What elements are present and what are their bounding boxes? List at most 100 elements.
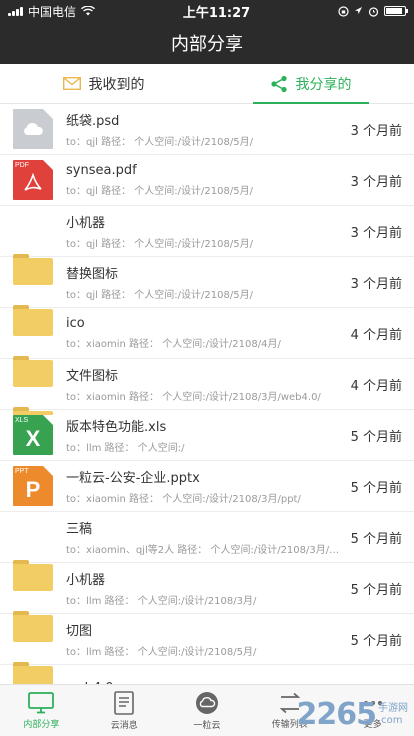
tab-shared[interactable]: 我分享的 [207, 64, 414, 103]
lock-rotation-icon [338, 5, 349, 17]
file-name: 三稿 [66, 522, 93, 537]
folder-icon [13, 364, 53, 438]
file-info: 一粒云-公安-企业.pptx to：xiaomin 路径： 个人空间:/设计/21… [66, 467, 341, 505]
tab-received[interactable]: 我收到的 [0, 64, 207, 103]
file-shared-time: 4 个月前 [350, 378, 402, 394]
folder-icon [13, 568, 53, 642]
folder-icon [13, 619, 53, 684]
pdf-file-icon: PDF [13, 160, 53, 200]
carrier-label: 中国电信 [28, 4, 77, 19]
file-shared-time: 5 个月前 [350, 429, 402, 445]
file-name: ico [66, 316, 85, 331]
page-title: 内部分享 [0, 22, 414, 64]
file-row[interactable]: PPT P 一粒云-公安-企业.pptx to：xiaomin 路径： 个人空间:/设… [0, 461, 414, 512]
file-shared-time: 3 个月前 [350, 225, 402, 241]
watermark-logo: 2265 手游网 .com [297, 697, 409, 732]
file-info: 小机器 to：qjl 路径： 个人空间:/设计/2108/5月/ [66, 212, 341, 250]
share-icon [270, 75, 287, 92]
file-row[interactable]: 替换图标 to：qjl 路径： 个人空间:/设计/2108/5月/3 个月前 [0, 257, 414, 336]
file-share-path: to：xiaomin 路径： 个人空间:/设计/2108/3月/ppt/ [66, 494, 301, 505]
nav-cloud-message[interactable]: 云消息 [83, 685, 166, 736]
file-share-path: to：llm 路径： 个人空间:/设计/2108/5月/ [66, 647, 257, 658]
file-row[interactable]: XLS X 版本特色功能.xls to：llm 路径： 个人空间:/ 5 个月前 [0, 410, 414, 461]
file-info: 文件图标 to：xiaomin 路径： 个人空间:/设计/2108/3月/web4… [66, 365, 341, 403]
file-row[interactable]: 三稿 to：xiaomin、qjl等2人 路径： 个人空间:/设计/2108/3月… [0, 512, 414, 591]
file-row[interactable]: 小机器 to：llm 路径： 个人空间:/设计/2108/3月/5 个月前 [0, 563, 414, 642]
file-share-path: to：llm 路径： 个人空间:/设计/2108/3月/ [66, 596, 257, 607]
file-name: 小机器 [66, 573, 106, 588]
signal-icon [8, 6, 23, 16]
file-info: 替换图标 to：qjl 路径： 个人空间:/设计/2108/5月/ [66, 263, 341, 301]
status-bar: 中国电信 上午11:27 [0, 0, 414, 22]
watermark-number: 2265 [296, 697, 377, 732]
file-row[interactable]: web4.0 [0, 665, 414, 685]
file-share-path: to：qjl 路径： 个人空间:/设计/2108/5月/ [66, 137, 253, 148]
file-row[interactable]: ico to：xiaomin 路径： 个人空间:/设计/2108/4月/4 个月前 [0, 308, 414, 387]
file-name: 一粒云-公安-企业.pptx [66, 471, 200, 486]
file-info: 小机器 to：llm 路径： 个人空间:/设计/2108/3月/ [66, 569, 341, 607]
nav-label: 一粒云 [193, 720, 221, 731]
file-share-path: to：xiaomin 路径： 个人空间:/设计/2108/3月/web4.0/ [66, 392, 321, 403]
monitor-icon [28, 691, 55, 713]
file-name: 文件图标 [66, 369, 119, 384]
file-info: 版本特色功能.xls to：llm 路径： 个人空间:/ [66, 416, 341, 454]
folder-icon [13, 670, 53, 684]
folder-icon [13, 313, 53, 387]
folder-icon [13, 211, 53, 285]
file-name: 纸袋.psd [66, 114, 120, 129]
file-name: 切图 [66, 624, 93, 639]
file-shared-time: 5 个月前 [350, 582, 402, 598]
nav-internal-share[interactable]: 内部分享 [0, 685, 83, 736]
cloud-icon [195, 691, 218, 714]
file-shared-time: 5 个月前 [350, 633, 402, 649]
status-left: 中国电信 [8, 3, 95, 20]
status-right [338, 5, 408, 17]
file-row[interactable]: 纸袋.psd to：qjl 路径： 个人空间:/设计/2108/5月/3 个月前 [0, 104, 414, 155]
document-icon [114, 690, 134, 715]
file-shared-time: 3 个月前 [350, 174, 402, 190]
watermark-text-bottom: .com [378, 714, 403, 726]
location-icon [355, 7, 362, 14]
file-shared-time: 5 个月前 [350, 531, 402, 547]
nav-label: 云消息 [110, 720, 138, 731]
folder-icon [13, 262, 53, 336]
file-info: 纸袋.psd to：qjl 路径： 个人空间:/设计/2108/5月/ [66, 110, 341, 148]
file-shared-time: 5 个月前 [350, 480, 402, 496]
excel-file-icon: XLS X [13, 415, 53, 455]
share-tabs: 我收到的 我分享的 [0, 64, 414, 104]
file-name: 替换图标 [66, 267, 119, 282]
file-row[interactable]: PDF synsea.pdf to：qjl 路径： 个人空间:/设计/2108/5月… [0, 155, 414, 206]
battery-icon [384, 6, 408, 16]
alarm-icon [368, 6, 379, 17]
tab-shared-label: 我分享的 [295, 76, 352, 93]
file-list: 纸袋.psd to：qjl 路径： 个人空间:/设计/2108/5月/3 个月前 P… [0, 104, 414, 684]
file-share-path: to：xiaomin、qjl等2人 路径： 个人空间:/设计/2108/3月/w… [66, 545, 341, 556]
file-name: 小机器 [66, 216, 106, 231]
wifi-icon [81, 6, 95, 16]
watermark-text-top: 手游网 [378, 702, 408, 714]
status-time: 上午11:27 [182, 5, 251, 21]
nav-yiliyun[interactable]: 一粒云 [166, 685, 249, 736]
file-share-path: to：qjl 路径： 个人空间:/设计/2108/5月/ [66, 186, 253, 197]
file-name: 版本特色功能.xls [66, 420, 167, 435]
tab-received-label: 我收到的 [88, 76, 145, 93]
file-info: 三稿 to：xiaomin、qjl等2人 路径： 个人空间:/设计/2108/3月… [66, 518, 341, 556]
file-name: synsea.pdf [66, 163, 137, 178]
file-row[interactable]: 文件图标 to：xiaomin 路径： 个人空间:/设计/2108/3月/web4… [0, 359, 414, 438]
watermark-side: 手游网 .com [378, 703, 408, 727]
folder-icon [13, 517, 53, 591]
envelope-icon [62, 77, 81, 90]
file-info: 切图 to：llm 路径： 个人空间:/设计/2108/5月/ [66, 620, 341, 658]
file-row[interactable]: 切图 to：llm 路径： 个人空间:/设计/2108/5月/5 个月前 [0, 614, 414, 684]
file-row[interactable]: 小机器 to：qjl 路径： 个人空间:/设计/2108/5月/3 个月前 [0, 206, 414, 285]
nav-label: 内部分享 [23, 719, 60, 730]
file-share-path: to：xiaomin 路径： 个人空间:/设计/2108/4月/ [66, 339, 281, 350]
ppt-file-icon: PPT P [13, 466, 53, 506]
file-share-path: to：llm 路径： 个人空间:/ [66, 443, 185, 454]
file-shared-time: 4 个月前 [350, 327, 402, 343]
psd-file-icon [13, 109, 53, 149]
file-info: synsea.pdf to：qjl 路径： 个人空间:/设计/2108/5月/ [66, 163, 341, 197]
file-info: ico to：xiaomin 路径： 个人空间:/设计/2108/4月/ [66, 316, 341, 350]
file-share-path: to：qjl 路径： 个人空间:/设计/2108/5月/ [66, 239, 253, 250]
file-shared-time: 3 个月前 [350, 276, 402, 292]
